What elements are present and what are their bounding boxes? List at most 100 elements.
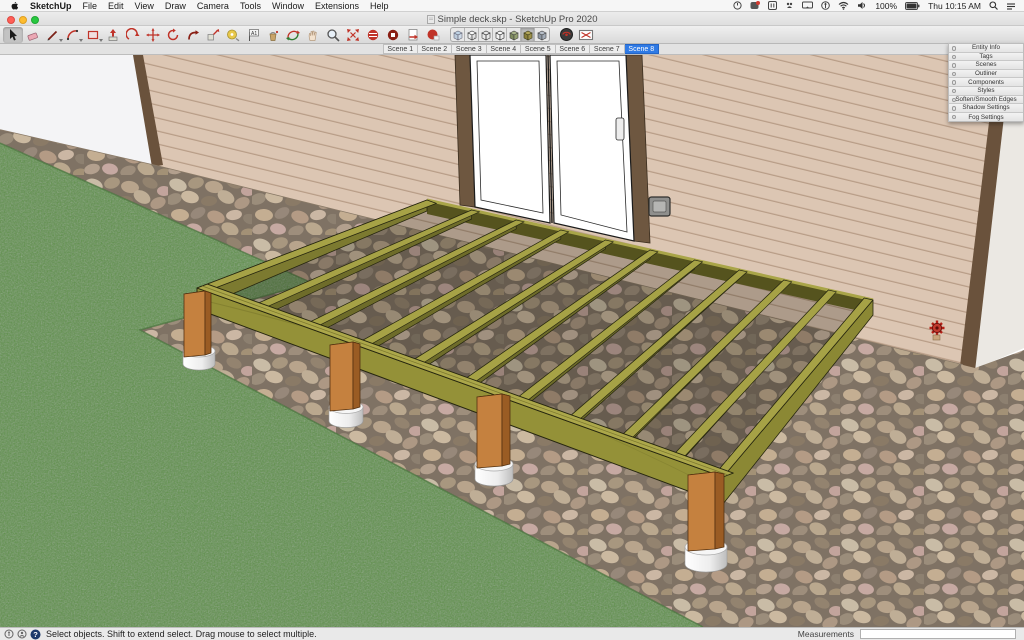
tab-scene-7[interactable]: Scene 7 xyxy=(590,44,625,54)
zoom-window-tool-button[interactable] xyxy=(576,27,596,43)
tray-item-soften-smooth-edges[interactable]: Soften/Smooth Edges xyxy=(949,96,1023,105)
tape-measure-tool-button[interactable] xyxy=(223,27,243,43)
claim-credit-icon[interactable] xyxy=(17,629,27,639)
volume-icon[interactable] xyxy=(857,1,867,10)
style-monochrome-button[interactable] xyxy=(535,28,549,41)
offset-tool-button[interactable] xyxy=(123,27,143,43)
collapse-circle-icon[interactable] xyxy=(952,63,957,68)
orbit-tool-button[interactable] xyxy=(283,27,303,43)
spotlight-icon[interactable] xyxy=(989,1,998,10)
tray-item-tags[interactable]: Tags xyxy=(949,53,1023,62)
tray-item-entity-info[interactable]: Entity Info xyxy=(949,44,1023,53)
share-model-icon xyxy=(426,28,440,42)
tab-scene-8[interactable]: Scene 8 xyxy=(625,44,660,54)
3d-warehouse-button[interactable] xyxy=(363,27,383,43)
send-to-layout-button[interactable] xyxy=(403,27,423,43)
menu-item-camera[interactable]: Camera xyxy=(197,1,229,11)
deck-post[interactable] xyxy=(477,394,510,468)
follow-me-tool-button[interactable] xyxy=(183,27,203,43)
measurements-input[interactable] xyxy=(860,629,1016,639)
menu-item-tools[interactable]: Tools xyxy=(240,1,261,11)
style-wireframe-button[interactable] xyxy=(479,28,493,41)
electrical-box[interactable] xyxy=(649,197,670,216)
collapse-circle-icon[interactable] xyxy=(952,106,957,111)
look-around-tool-button[interactable] xyxy=(556,27,576,43)
style-shaded-textures-button[interactable] xyxy=(521,28,535,41)
select-tool-button[interactable] xyxy=(3,27,23,43)
door-panel-left[interactable] xyxy=(470,55,550,223)
collapse-circle-icon[interactable] xyxy=(952,115,957,120)
wifi-icon[interactable] xyxy=(838,1,849,10)
parallels-icon[interactable] xyxy=(768,1,777,10)
zoom-extents-tool-button[interactable] xyxy=(343,27,363,43)
menu-clock[interactable]: Thu 10:15 AM xyxy=(928,1,981,11)
menu-item-file[interactable]: File xyxy=(83,1,98,11)
style-shaded-button[interactable] xyxy=(507,28,521,41)
wireframe-cube-icon xyxy=(480,29,492,41)
menu-item-extensions[interactable]: Extensions xyxy=(315,1,359,11)
zoom-tool-button[interactable] xyxy=(323,27,343,43)
scale-tool-button[interactable] xyxy=(203,27,223,43)
tab-scene-2[interactable]: Scene 2 xyxy=(418,44,453,54)
collapse-circle-icon[interactable] xyxy=(952,55,957,60)
collapse-circle-icon[interactable] xyxy=(952,80,957,85)
scene-tab-bar: Scene 1 Scene 2 Scene 3 Scene 4 Scene 5 … xyxy=(0,44,1024,55)
rectangle-tool-button[interactable] xyxy=(83,27,103,43)
collapse-circle-icon[interactable] xyxy=(952,46,957,51)
tab-scene-6[interactable]: Scene 6 xyxy=(556,44,591,54)
notification-badge-icon[interactable] xyxy=(750,1,760,10)
tray-item-styles[interactable]: Styles xyxy=(949,87,1023,96)
battery-percent: 100% xyxy=(875,1,897,11)
battery-icon[interactable] xyxy=(905,2,920,10)
tab-scene-5[interactable]: Scene 5 xyxy=(521,44,556,54)
tray-item-components[interactable]: Components xyxy=(949,78,1023,87)
tab-scene-3[interactable]: Scene 3 xyxy=(452,44,487,54)
tray-item-fog-settings[interactable]: Fog Settings xyxy=(949,113,1023,122)
tab-scene-1[interactable]: Scene 1 xyxy=(383,44,418,54)
door-panel-right[interactable] xyxy=(550,55,634,241)
menu-item-app[interactable]: SketchUp xyxy=(30,1,72,11)
tab-scene-4[interactable]: Scene 4 xyxy=(487,44,522,54)
move-tool-button[interactable] xyxy=(143,27,163,43)
menu-item-draw[interactable]: Draw xyxy=(165,1,186,11)
deck-post[interactable] xyxy=(688,472,724,551)
deck-post[interactable] xyxy=(330,342,360,411)
menu-item-edit[interactable]: Edit xyxy=(108,1,124,11)
menu-item-view[interactable]: View xyxy=(135,1,154,11)
shaded-cube-icon xyxy=(508,29,520,41)
menu-item-help[interactable]: Help xyxy=(370,1,389,11)
control-center-icon[interactable] xyxy=(1006,2,1016,10)
collapse-circle-icon[interactable] xyxy=(952,98,957,103)
push-pull-tool-button[interactable] xyxy=(103,27,123,43)
tray-item-scenes[interactable]: Scenes xyxy=(949,61,1023,70)
collapse-circle-icon[interactable] xyxy=(952,89,957,94)
style-hidden-line-button[interactable] xyxy=(493,28,507,41)
style-back-edges-button[interactable] xyxy=(465,28,479,41)
eraser-tool-button[interactable] xyxy=(23,27,43,43)
pencil-icon xyxy=(46,28,60,42)
default-tray-panel: Entity Info Tags Scenes Outliner Compone… xyxy=(948,43,1024,122)
input-source-icon[interactable] xyxy=(821,1,830,10)
paint-bucket-tool-button[interactable] xyxy=(263,27,283,43)
line-tool-button[interactable] xyxy=(43,27,63,43)
arc-tool-button[interactable] xyxy=(63,27,83,43)
geolocation-icon[interactable] xyxy=(4,629,14,639)
window-title-bar[interactable]: Simple deck.skp - SketchUp Pro 2020 xyxy=(0,12,1024,26)
apple-menu-icon[interactable] xyxy=(10,1,19,11)
share-model-button[interactable] xyxy=(423,27,443,43)
deck-post[interactable] xyxy=(184,291,211,357)
app-paw-icon[interactable] xyxy=(785,1,794,10)
menu-item-window[interactable]: Window xyxy=(272,1,304,11)
display-mirroring-icon[interactable] xyxy=(802,1,813,10)
tray-item-shadow-settings[interactable]: Shadow Settings xyxy=(949,104,1023,113)
style-xray-button[interactable] xyxy=(451,28,465,41)
viewport-3d[interactable] xyxy=(0,55,1024,627)
pan-tool-button[interactable] xyxy=(303,27,323,43)
help-icon[interactable]: ? xyxy=(30,629,41,640)
extension-warehouse-button[interactable] xyxy=(383,27,403,43)
timer-icon[interactable] xyxy=(733,1,742,10)
tray-item-outliner[interactable]: Outliner xyxy=(949,70,1023,79)
collapse-circle-icon[interactable] xyxy=(952,72,957,77)
rotate-tool-button[interactable] xyxy=(163,27,183,43)
text-tool-button[interactable]: A1 xyxy=(243,27,263,43)
